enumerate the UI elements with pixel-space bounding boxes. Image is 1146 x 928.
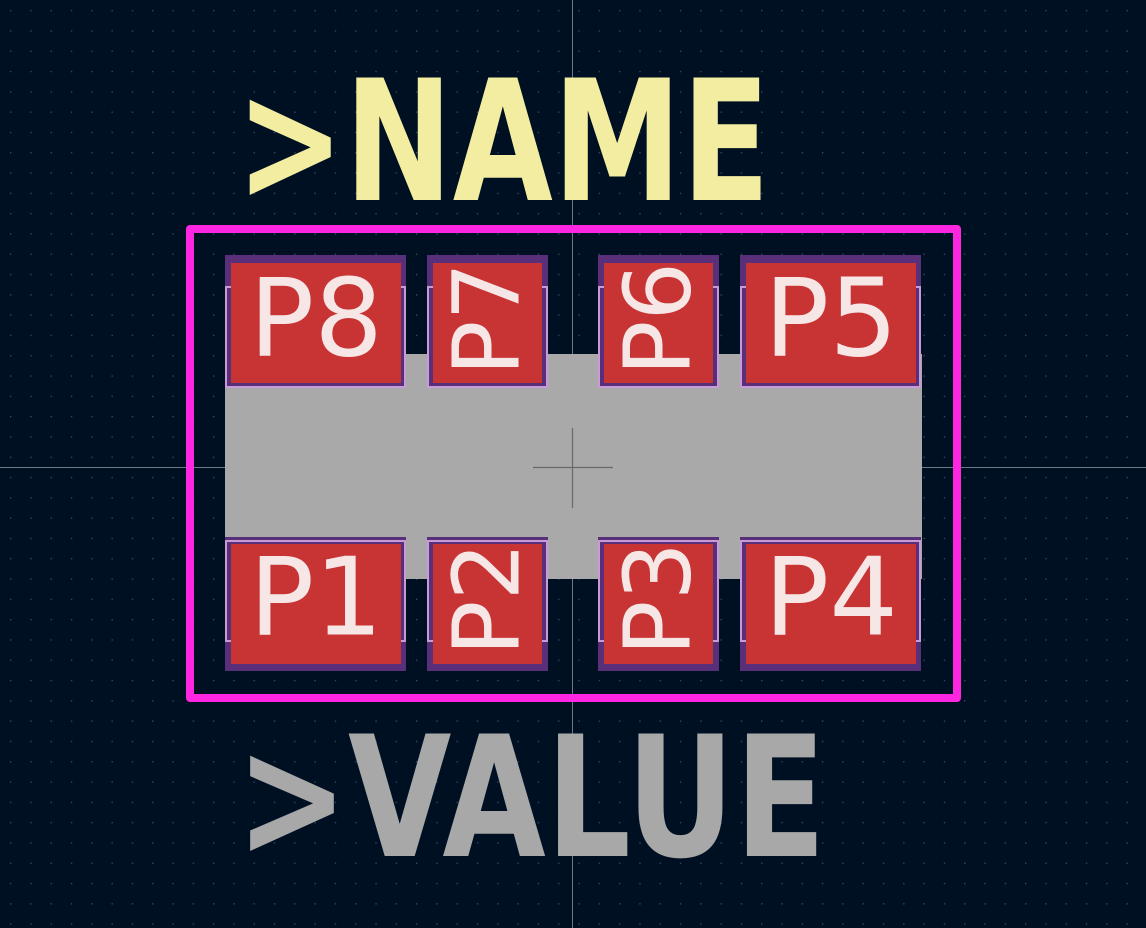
pad-p6-label: P6: [605, 262, 712, 376]
pad-p3-label: P3: [605, 542, 712, 656]
pad-p1[interactable]: P1: [225, 536, 406, 672]
pad-p3[interactable]: P3: [598, 537, 719, 671]
pad-p1-label: P1: [249, 536, 383, 661]
pad-p7-label: P7: [434, 262, 541, 376]
pad-p7[interactable]: P7: [427, 255, 548, 388]
pad-p2[interactable]: P2: [427, 537, 548, 671]
pad-p8-label: P8: [249, 257, 383, 382]
pad-p2-label: P2: [434, 542, 541, 656]
pad-p4[interactable]: P4: [740, 536, 921, 672]
pad-p4-label: P4: [764, 536, 898, 661]
pcb-footprint-canvas[interactable]: >NAME P8 P7 P6 P5 P1 P2 P3 P4 >VALUE: [0, 0, 1146, 928]
value-text[interactable]: >VALUE: [236, 700, 826, 896]
pad-p5-label: P5: [764, 257, 898, 382]
pad-p6[interactable]: P6: [598, 255, 719, 388]
pad-p8[interactable]: P8: [225, 255, 406, 388]
reference-text[interactable]: >NAME: [236, 44, 770, 240]
pad-p5[interactable]: P5: [740, 255, 921, 388]
